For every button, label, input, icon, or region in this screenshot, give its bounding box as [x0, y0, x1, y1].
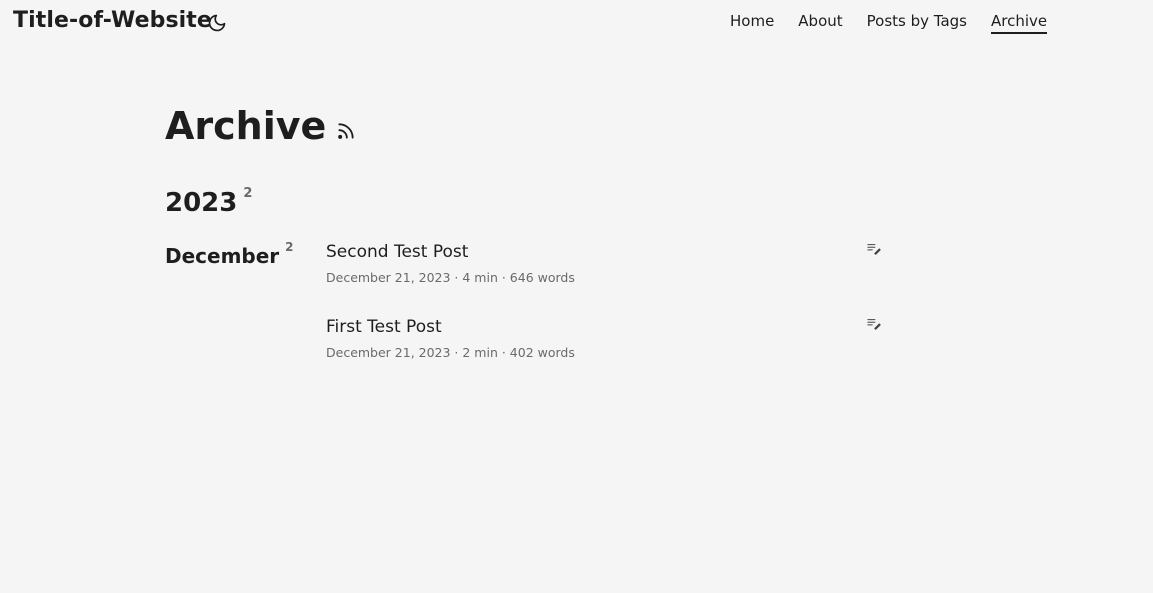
- nav-posts-by-tags[interactable]: Posts by Tags: [867, 12, 967, 34]
- moon-icon[interactable]: [207, 13, 227, 33]
- post-entry[interactable]: First Test Post December 21, 2023 · 2 mi…: [326, 315, 881, 390]
- nav-about[interactable]: About: [798, 12, 842, 34]
- post-list: Second Test Post December 21, 2023 · 4 m…: [326, 240, 881, 390]
- edit-icon[interactable]: [867, 317, 881, 331]
- archive-month-heading: December 2: [165, 240, 294, 268]
- main-nav: Home About Posts by Tags Archive: [730, 12, 1048, 34]
- post-entry[interactable]: Second Test Post December 21, 2023 · 4 m…: [326, 240, 881, 315]
- site-title-link[interactable]: Title-of-Website: [13, 8, 212, 33]
- month-post-count: 2: [285, 240, 294, 254]
- page-title-text: Archive: [165, 104, 327, 148]
- nav-home[interactable]: Home: [730, 12, 774, 34]
- nav-archive[interactable]: Archive: [991, 12, 1048, 34]
- site-header: Title-of-Website Home About Posts by Tag…: [0, 0, 1153, 48]
- edit-icon[interactable]: [867, 242, 881, 256]
- year-post-count: 2: [243, 186, 253, 201]
- post-title-link[interactable]: First Test Post: [326, 315, 881, 337]
- post-meta: December 21, 2023 · 2 min · 402 words: [326, 345, 575, 360]
- archive-main: Archive 2023 2 December 2 Second Test Po…: [165, 100, 885, 390]
- year-label: 2023: [165, 188, 238, 218]
- post-title-link[interactable]: Second Test Post: [326, 240, 881, 262]
- page-title: Archive: [165, 100, 885, 152]
- post-meta: December 21, 2023 · 4 min · 646 words: [326, 270, 575, 285]
- archive-year-heading: 2023 2: [165, 186, 885, 218]
- month-label: December: [165, 244, 280, 268]
- rss-icon[interactable]: [336, 121, 356, 141]
- archive-month-block: December 2 Second Test Post December 21,…: [165, 240, 885, 390]
